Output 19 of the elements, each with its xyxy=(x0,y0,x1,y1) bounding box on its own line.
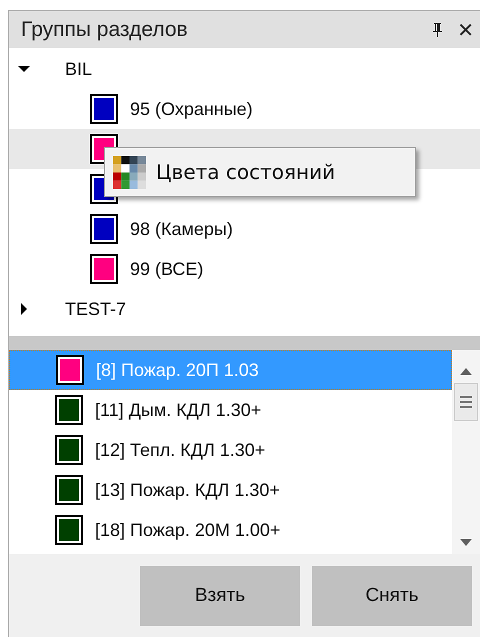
pin-icon[interactable] xyxy=(431,22,444,38)
tree-group[interactable]: TEST-7 xyxy=(9,289,480,329)
scroll-down-icon[interactable] xyxy=(460,539,472,546)
tree-group[interactable]: BIL xyxy=(9,49,480,89)
scroll-up-icon[interactable] xyxy=(460,368,472,375)
menu-item-label: Цвета состояний xyxy=(156,160,336,184)
list-item[interactable]: [12] Тепл. КДЛ 1.30+ xyxy=(9,430,452,470)
panel-title: Группы разделов xyxy=(21,18,189,42)
list-item[interactable]: [13] Пожар. КДЛ 1.30+ xyxy=(9,470,452,510)
tree-item[interactable]: 95 (Охранные) xyxy=(130,98,253,120)
tree-item[interactable]: 99 (ВСЕ) xyxy=(130,258,204,280)
tree-item[interactable]: 98 (Камеры) xyxy=(130,218,233,240)
list-item[interactable]: [18] Пожар. 20М 1.00+ xyxy=(9,510,452,550)
palette-icon xyxy=(113,156,146,188)
menu-item[interactable]: Цвета состояний xyxy=(105,156,336,188)
take-button[interactable]: Взять xyxy=(140,566,300,626)
list-item[interactable]: [11] Дым. КДЛ 1.30+ xyxy=(9,390,452,430)
remove-button[interactable]: Снять xyxy=(312,566,472,626)
scrollbar[interactable] xyxy=(452,350,480,554)
